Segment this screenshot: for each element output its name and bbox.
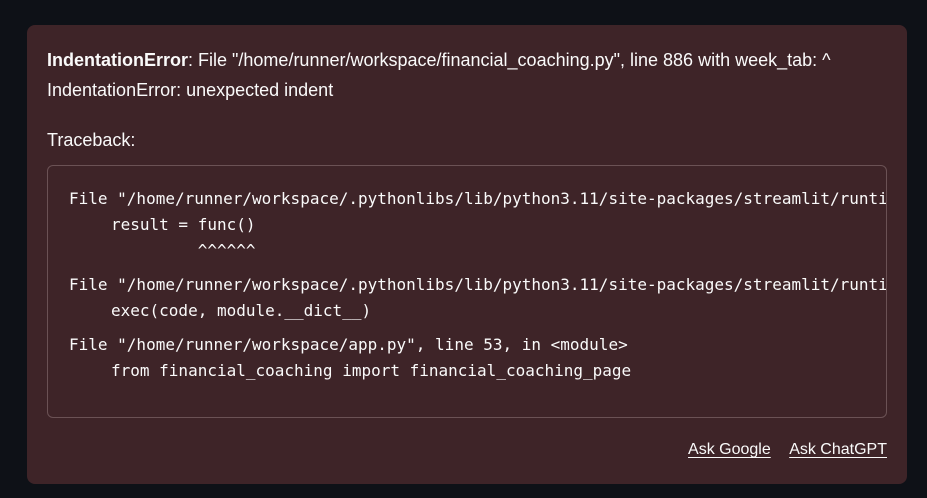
error-message: IndentationError: File "/home/runner/wor…: [47, 45, 887, 105]
help-links: Ask Google Ask ChatGPT: [674, 438, 887, 462]
traceback-frame: File "/home/runner/workspace/app.py", li…: [69, 332, 886, 384]
ask-google-link[interactable]: Ask Google: [688, 441, 771, 458]
traceback-code-line: from financial_coaching import financial…: [111, 361, 632, 380]
traceback-code-line: exec(code, module.__dict__): [111, 301, 372, 320]
error-type: IndentationError: [47, 50, 189, 70]
traceback-frame: File "/home/runner/workspace/.pythonlibs…: [69, 186, 886, 264]
traceback-caret-line: ^^^^^^: [111, 241, 256, 260]
traceback-code-block[interactable]: File "/home/runner/workspace/.pythonlibs…: [47, 165, 887, 418]
traceback-code-line: result = func(): [111, 215, 256, 234]
error-panel: IndentationError: File "/home/runner/wor…: [27, 25, 907, 484]
traceback-label: Traceback:: [47, 130, 136, 150]
traceback-file-line: File "/home/runner/workspace/app.py", li…: [69, 335, 628, 354]
ask-chatgpt-link[interactable]: Ask ChatGPT: [789, 441, 887, 458]
traceback-file-line: File "/home/runner/workspace/.pythonlibs…: [69, 189, 887, 208]
traceback-frame: File "/home/runner/workspace/.pythonlibs…: [69, 272, 886, 324]
traceback-file-line: File "/home/runner/workspace/.pythonlibs…: [69, 275, 887, 294]
